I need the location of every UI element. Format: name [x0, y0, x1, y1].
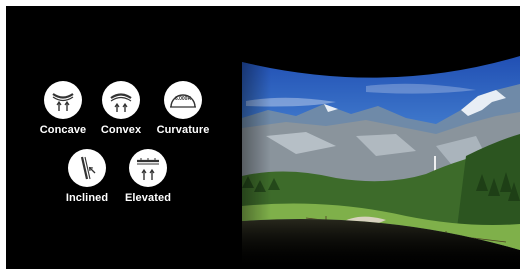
product-banner: Concave Convex 6.000R Curvature Inclined… — [6, 6, 520, 269]
curved-led-screen — [242, 56, 520, 269]
